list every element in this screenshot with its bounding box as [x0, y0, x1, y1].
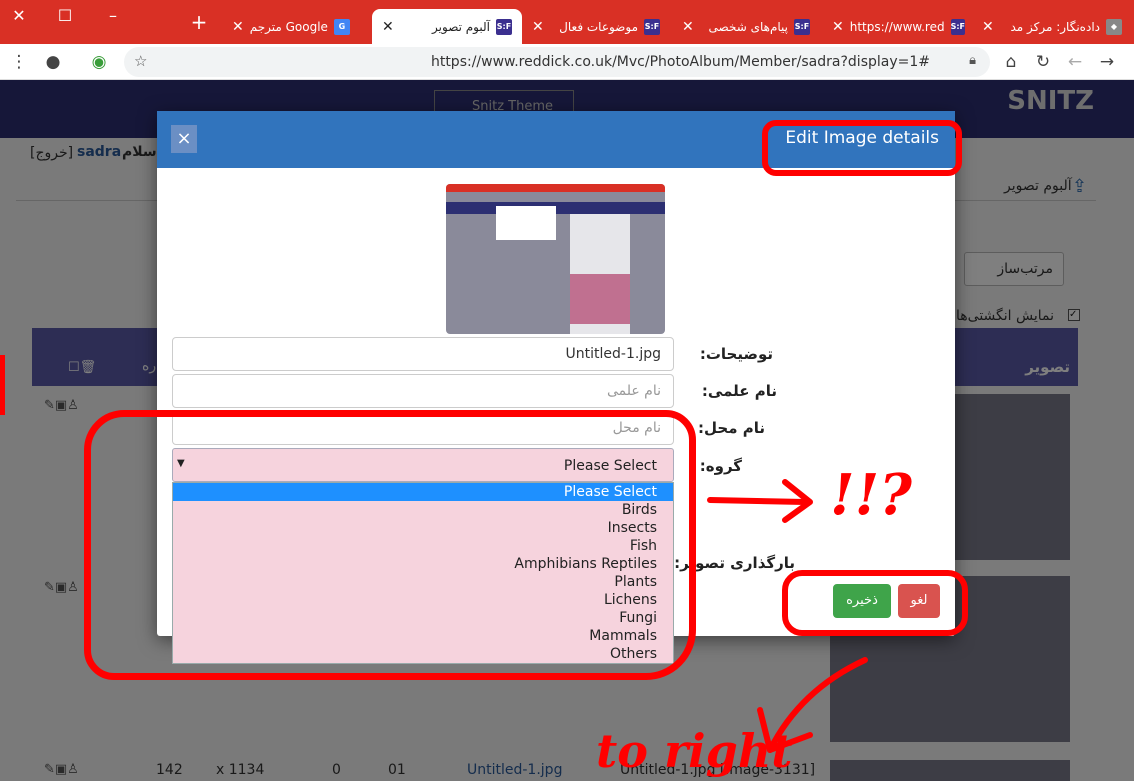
site-favicon-icon: ◆ [1106, 18, 1122, 35]
tab-google-translate[interactable]: ✕ مترجم Google G [222, 9, 362, 44]
close-tab-icon[interactable]: ✕ [682, 19, 694, 35]
description-field[interactable]: Untitled-1.jpg [172, 337, 674, 371]
tab-photo-album[interactable]: ✕ آلبوم تصویر S:F [372, 9, 522, 44]
snitz-favicon-icon: S:F [644, 18, 660, 35]
close-tab-icon[interactable]: ✕ [232, 19, 244, 35]
preview-thumb [570, 274, 630, 324]
image-preview [446, 184, 665, 334]
close-tab-icon[interactable]: ✕ [382, 19, 394, 35]
close-tab-icon[interactable]: ✕ [982, 19, 994, 35]
omnibox[interactable]: ☆ https://www.reddick.co.uk/Mvc/PhotoAlb… [124, 47, 990, 77]
annotation-mark [0, 355, 5, 415]
tab-title: https://www.red [849, 19, 945, 34]
location-label: نام محل: [698, 419, 765, 437]
description-label: توضیحات: [699, 345, 773, 363]
annotation-question: !!? [830, 462, 912, 528]
home-icon[interactable]: ⌂ [1000, 52, 1022, 72]
close-window-icon[interactable]: ✕ [4, 6, 34, 25]
lock-icon: 🔒︎ [969, 53, 976, 68]
tab-active-topics[interactable]: ✕ موضوعات فعال S:F [522, 9, 670, 44]
reload-icon[interactable]: ↻ [1032, 52, 1054, 72]
minimize-icon[interactable]: – [98, 6, 128, 25]
annotation-circle-title [762, 120, 962, 176]
tab-private-messages[interactable]: ✕ پیام‌های شخصی S:F [672, 9, 820, 44]
snitz-favicon-icon: S:F [794, 18, 810, 35]
tab-title: آلبوم تصویر [432, 19, 490, 34]
annotation-to-right: to right [596, 724, 793, 778]
back-icon[interactable]: → [1096, 52, 1118, 72]
browser-tab-bar: ✕ ☐ – + ✕ مترجم Google G ✕ آلبوم تصویر S… [0, 0, 1134, 44]
tab-reddick-url[interactable]: ✕ https://www.red S:F [822, 9, 970, 44]
new-tab-button[interactable]: + [184, 10, 214, 34]
extension-icon[interactable]: ◉ [88, 52, 110, 72]
scientific-name-field[interactable]: نام علمی [172, 374, 674, 408]
tab-title: مترجم Google [249, 19, 328, 34]
tab-title: موضوعات فعال [559, 19, 638, 34]
preview-tabbar [446, 184, 665, 192]
snitz-favicon-icon: S:F [950, 18, 966, 35]
scientific-name-label: نام علمی: [701, 382, 777, 400]
menu-dots-icon[interactable]: ⋮ [8, 52, 30, 72]
snitz-favicon-icon: S:F [496, 18, 512, 35]
tab-title: پیام‌های شخصی [708, 19, 788, 34]
tab-title: دادەنگار: مرکز مد [1010, 19, 1100, 34]
forward-icon[interactable]: ← [1064, 52, 1086, 72]
close-tab-icon[interactable]: ✕ [832, 19, 844, 35]
annotation-circle-dropdown [84, 410, 696, 680]
annotation-arrow-right-icon [707, 479, 813, 523]
close-button[interactable]: × [171, 125, 197, 153]
tab-datanegar[interactable]: ✕ دادەنگار: مرکز مد ◆ [972, 9, 1132, 44]
google-translate-icon: G [333, 18, 350, 35]
annotation-circle-buttons [782, 570, 968, 636]
account-icon[interactable]: ● [42, 52, 64, 72]
close-tab-icon[interactable]: ✕ [532, 19, 544, 35]
maximize-icon[interactable]: ☐ [50, 6, 80, 25]
preview-dialog [496, 206, 556, 240]
url-text[interactable]: https://www.reddick.co.uk/Mvc/PhotoAlbum… [431, 54, 930, 70]
star-icon[interactable]: ☆ [134, 52, 147, 70]
